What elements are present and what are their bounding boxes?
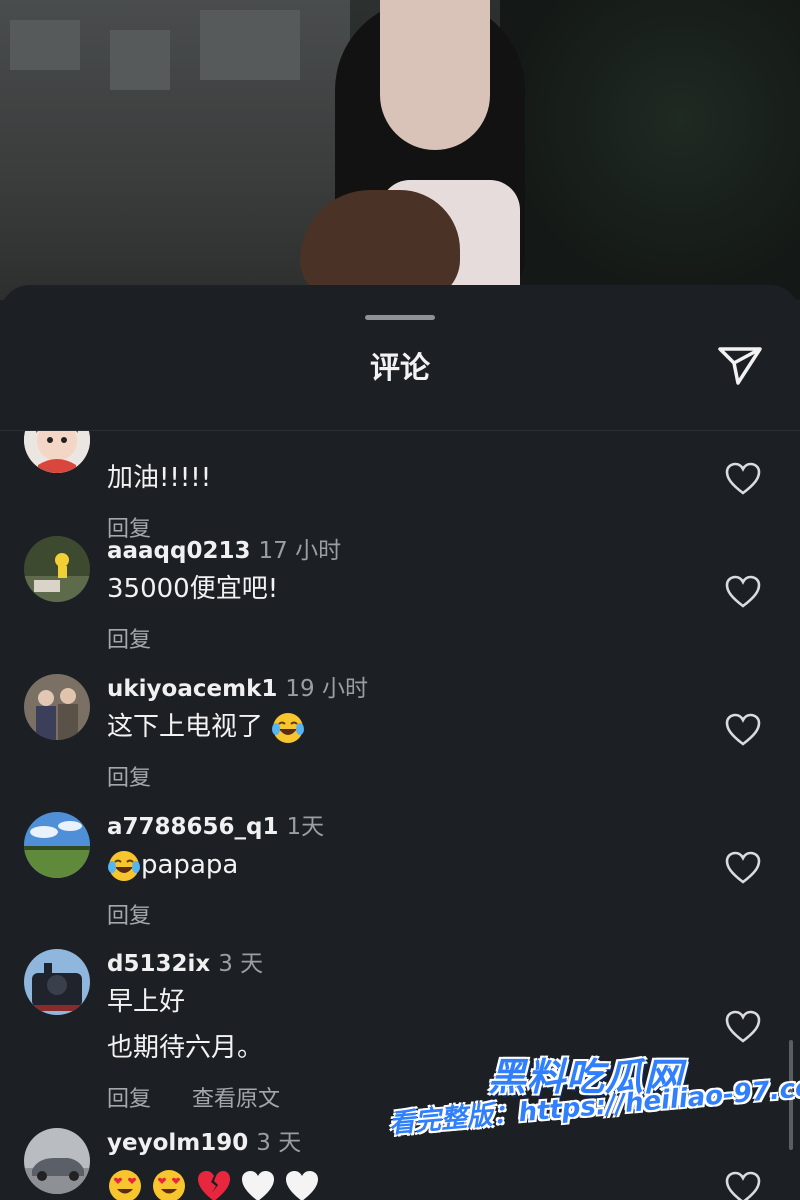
comment-text (107, 1162, 320, 1200)
photo-dog (300, 190, 460, 300)
comment-meta: aaaqq0213 17 小时 (107, 536, 341, 566)
comment-text: 早上好 (107, 987, 186, 1017)
like-button[interactable] (722, 1007, 764, 1047)
username[interactable]: d5132ix (107, 951, 210, 977)
photo-building (0, 0, 350, 170)
comment-meta: a7788656_q1 1天 (107, 812, 324, 842)
sheet-drag-handle[interactable] (365, 315, 435, 320)
timestamp: 17 小时 (258, 538, 342, 564)
heart-outline-icon (725, 462, 761, 495)
landscape-avatar-image (24, 812, 90, 878)
timestamp: 19 小时 (285, 676, 368, 702)
smiling-face-with-heart-eyes-icon (153, 1169, 186, 1200)
timestamp: 3 天 (256, 1130, 302, 1156)
like-button[interactable] (722, 1168, 764, 1200)
comment-meta: yeyolm190 3 天 (107, 1128, 301, 1158)
photo-trees (500, 0, 800, 300)
avatar[interactable] (24, 536, 90, 602)
comment-actions: 回复 (107, 760, 185, 792)
see-original-button[interactable]: 查看原文 (192, 1087, 280, 1112)
comment-text: 35000便宜吧! (107, 574, 279, 604)
like-button[interactable] (722, 572, 764, 612)
reply-button[interactable]: 回复 (107, 628, 151, 653)
username[interactable]: yeyolm190 (107, 1130, 248, 1156)
comment-text: 这下上电视了 (107, 704, 305, 750)
face-with-tears-of-joy-icon (272, 712, 305, 743)
avatar[interactable] (24, 431, 90, 473)
comment-text-body: papapa (141, 850, 239, 880)
photo-avatar-image (24, 536, 90, 602)
like-button[interactable] (722, 710, 764, 750)
white-heart-icon (241, 1170, 274, 1200)
like-button[interactable] (722, 848, 764, 888)
username[interactable]: aaaqq0213 (107, 538, 251, 564)
avatar[interactable] (24, 949, 90, 1015)
broken-heart-icon (197, 1170, 230, 1200)
cartoon-avatar-image (24, 431, 90, 473)
white-heart-icon (286, 1170, 319, 1200)
avatar[interactable] (24, 674, 90, 740)
timestamp: 1天 (286, 814, 325, 840)
comment-text-body: 这下上电视了 (107, 712, 264, 742)
smiling-face-with-heart-eyes-icon (109, 1169, 141, 1200)
sheet-title: 评论 (370, 351, 430, 386)
photo-person-face (380, 0, 490, 150)
face-with-tears-of-joy-icon (108, 850, 140, 881)
car-avatar-image (24, 1128, 90, 1194)
comment-meta: ukiyoacemk1 19 小时 (107, 674, 368, 704)
train-avatar-image (24, 949, 90, 1015)
username[interactable]: ukiyoacemk1 (107, 676, 277, 702)
avatar[interactable] (24, 1128, 90, 1194)
comment-actions: 回复 (107, 622, 185, 654)
comment-text-line-2: 也期待六月。 (107, 1033, 264, 1063)
comment-text: 加油!!!!! (107, 463, 212, 493)
heart-outline-icon (725, 575, 761, 608)
comment-actions: 回复 (107, 898, 185, 930)
heart-outline-icon (725, 713, 761, 746)
post-photo[interactable] (0, 0, 800, 330)
heart-outline-icon (725, 1171, 761, 1200)
like-button[interactable] (722, 459, 764, 499)
comment-text: papapa (107, 842, 238, 888)
heart-outline-icon (725, 851, 761, 884)
avatar[interactable] (24, 812, 90, 878)
paper-plane-icon (718, 347, 762, 385)
reply-button[interactable]: 回复 (107, 1087, 151, 1112)
username[interactable]: a7788656_q1 (107, 814, 279, 840)
timestamp: 3 天 (218, 951, 264, 977)
comment-actions: 回复 查看原文 (107, 1081, 314, 1113)
comment-meta: d5132ix 3 天 (107, 949, 263, 979)
share-button[interactable] (712, 341, 768, 389)
heart-outline-icon (725, 1010, 761, 1043)
app-screen: 评论 加油!!!!! 回复 aaaqq0213 17 小时 35000便宜吧! … (0, 0, 800, 1200)
photo-avatar-image (24, 674, 90, 740)
photo-street (0, 160, 350, 300)
reply-button[interactable]: 回复 (107, 766, 151, 791)
reply-button[interactable]: 回复 (107, 904, 151, 929)
